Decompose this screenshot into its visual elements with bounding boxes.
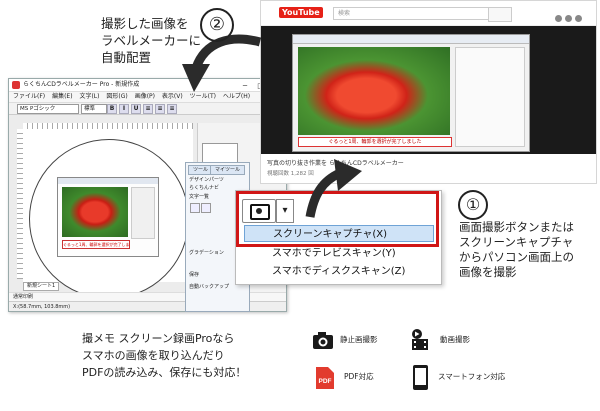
screen-capture-button[interactable] — [242, 199, 276, 223]
search-button[interactable] — [488, 7, 512, 22]
promo-line: PDFの読み込み、保存にも対応！ — [82, 366, 247, 379]
feature-still-capture: 静止画撮影 — [340, 335, 378, 344]
format-buttons: B I U ≡ ≡ ≡ — [107, 104, 177, 114]
font-select[interactable]: MS Pゴシック — [17, 104, 79, 114]
placed-image-caption: ぐるっと1周、輪郭を選択が完了しました — [62, 240, 130, 249]
step-1-text: 画面撮影ボタンまたは スクリーンキャプチャ からパソコン画面上の 画像を撮影 — [459, 220, 574, 280]
align-right-icon[interactable]: ≡ — [167, 104, 177, 114]
step-1-line: からパソコン画面上の — [459, 250, 574, 264]
promo-text: 撮メモ スクリーン録画Proなら スマホの画像を取り込んだり PDFの読み込み、… — [82, 330, 246, 381]
underline-icon[interactable]: U — [131, 104, 141, 114]
menu-item-disc-scan[interactable]: スマホでディスクスキャン(Z) — [244, 264, 434, 280]
sheet-tab[interactable]: 新規シート1 — [23, 282, 60, 291]
panel-row-design-parts[interactable]: デザインパーツ — [189, 176, 245, 184]
feature-video-capture: 動画撮影 — [440, 335, 470, 344]
header-icons — [552, 7, 586, 22]
upload-icon[interactable] — [555, 15, 562, 22]
video-icon — [412, 329, 428, 350]
pdf-icon: PDF — [316, 367, 334, 389]
feature-pdf: PDF対応 — [344, 372, 374, 381]
align-center-icon[interactable]: ≡ — [155, 104, 165, 114]
apps-icon[interactable] — [565, 15, 572, 22]
promo-line: スマホの画像を取り込んだり — [82, 349, 225, 362]
window-title: らくちんCDラベルメーカー Pro - 新規作成 — [23, 81, 140, 88]
video-caption: ぐるっと1周、輪郭を選択が完了しました — [298, 137, 452, 147]
step-2-number: ② — [200, 8, 234, 42]
monitor-stand — [255, 218, 263, 220]
step-1-line: 画像を撮影 — [459, 265, 517, 279]
video-site-header: YouTube 検索 — [261, 1, 596, 26]
youtube-logo[interactable]: YouTube — [279, 7, 323, 18]
capture-dropdown-button[interactable]: ▾ — [276, 199, 294, 223]
app-logo-icon — [12, 81, 20, 89]
video-frame-sidepanel — [455, 47, 525, 147]
step-2-line: ラベルメーカーに — [101, 33, 202, 48]
step-1-line: 画面撮影ボタンまたは — [459, 220, 574, 234]
italic-icon[interactable]: I — [119, 104, 129, 114]
hibiscus-photo — [62, 187, 128, 237]
step-2-line: 撮影した画像を — [101, 16, 189, 31]
smartphone-icon — [413, 365, 428, 390]
camera-icon — [313, 332, 333, 349]
placed-screenshot-image[interactable]: ぐるっと1周、輪郭を選択が完了しました — [57, 177, 159, 257]
menu-file[interactable]: ファイル(F) — [13, 93, 45, 100]
step-2-line: 自動配置 — [101, 50, 152, 65]
placed-image-sidepanel — [131, 187, 155, 239]
font-size-select[interactable]: 標準 — [81, 104, 107, 114]
format-toolbar: MS Pゴシック 標準 B I U ≡ ≡ ≡ — [9, 102, 286, 115]
feature-smartphone: スマートフォン対応 — [438, 372, 506, 381]
arrow-to-video-icon — [305, 159, 362, 218]
menu-item-tv-scan[interactable]: スマホでテレビスキャン(Y) — [244, 246, 434, 262]
step-2-text: 撮影した画像を ラベルメーカーに 自動配置 — [101, 15, 201, 66]
bell-icon[interactable] — [575, 15, 582, 22]
tab-mytools[interactable]: マイツール — [210, 165, 246, 175]
pen-icon[interactable] — [190, 203, 200, 213]
placed-image-titlebar — [58, 178, 158, 184]
print-mode[interactable]: 通常印刷 — [13, 294, 33, 300]
video-frame-app: ぐるっと1周、輪郭を選択が完了しました — [292, 34, 530, 152]
align-left-icon[interactable]: ≡ — [143, 104, 153, 114]
menu-shape[interactable]: 図形(G) — [106, 93, 127, 100]
step-1-line: スクリーンキャプチャ — [459, 235, 574, 249]
svg-text:PDF: PDF — [319, 378, 332, 385]
search-input[interactable]: 検索 — [333, 7, 489, 20]
menu-image[interactable]: 画像(P) — [135, 93, 155, 100]
video-frame-titlebar — [293, 35, 529, 44]
step-1-number: ① — [458, 190, 488, 220]
menu-item-screen-capture[interactable]: スクリーンキャプチャ(X) — [244, 225, 434, 242]
video-hibiscus-photo — [298, 47, 450, 135]
bold-icon[interactable]: B — [107, 104, 117, 114]
promo-line: 撮メモ スクリーン録画Proなら — [82, 332, 235, 345]
menu-text[interactable]: 文字(L) — [79, 93, 99, 100]
palette-icon[interactable] — [201, 203, 211, 213]
menu-edit[interactable]: 編集(E) — [52, 93, 72, 100]
